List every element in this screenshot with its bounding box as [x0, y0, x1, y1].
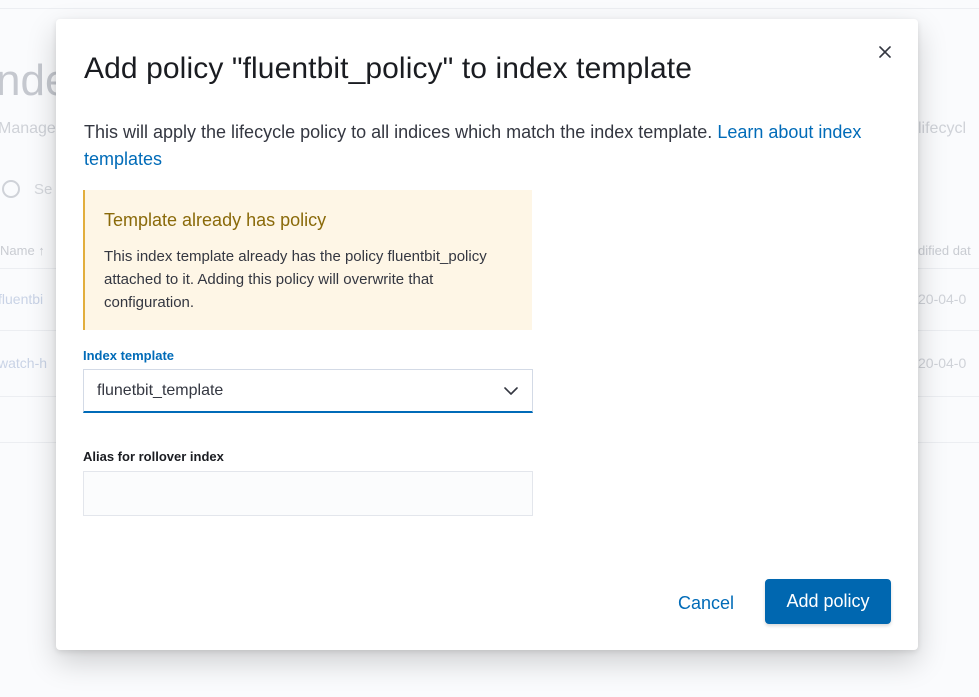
index-template-label: Index template: [83, 348, 175, 363]
background-column-modified: dified dat: [918, 243, 971, 258]
close-icon: [879, 46, 891, 58]
background-row-name: watch-h: [0, 355, 48, 371]
alias-label: Alias for rollover index: [83, 449, 224, 464]
background-row-name: fluentbi: [0, 291, 44, 307]
background-row-date: 20-04-0: [918, 355, 967, 371]
modal-description-text: This will apply the lifecycle policy to …: [84, 122, 713, 142]
callout-title: Template already has policy: [104, 210, 327, 230]
index-template-selected-value: flunetbit_template: [97, 381, 224, 399]
add-policy-button[interactable]: Add policy: [765, 579, 891, 624]
search-icon: [2, 180, 20, 198]
background-search-input: Se: [34, 181, 53, 198]
index-template-select[interactable]: flunetbit_template: [83, 369, 533, 413]
cancel-button[interactable]: Cancel: [664, 581, 748, 625]
background-page-subtitle: Manage: [0, 120, 56, 137]
close-button[interactable]: [874, 41, 896, 63]
alias-input[interactable]: [83, 471, 533, 516]
warning-callout: Template already has policy This index t…: [83, 190, 532, 330]
background-row-date: 20-04-0: [918, 291, 967, 307]
background-header-divider: [0, 8, 979, 9]
add-policy-modal: Add policy "fluentbit_policy" to index t…: [56, 19, 918, 650]
background-column-name: Name ↑: [0, 243, 45, 258]
chevron-down-icon: [504, 386, 518, 395]
background-page-subtitle-right: lifecycl: [918, 120, 967, 137]
callout-body: This index template already has the poli…: [104, 248, 487, 311]
modal-title: Add policy "fluentbit_policy" to index t…: [84, 52, 693, 85]
modal-description: This will apply the lifecycle policy to …: [84, 119, 884, 173]
